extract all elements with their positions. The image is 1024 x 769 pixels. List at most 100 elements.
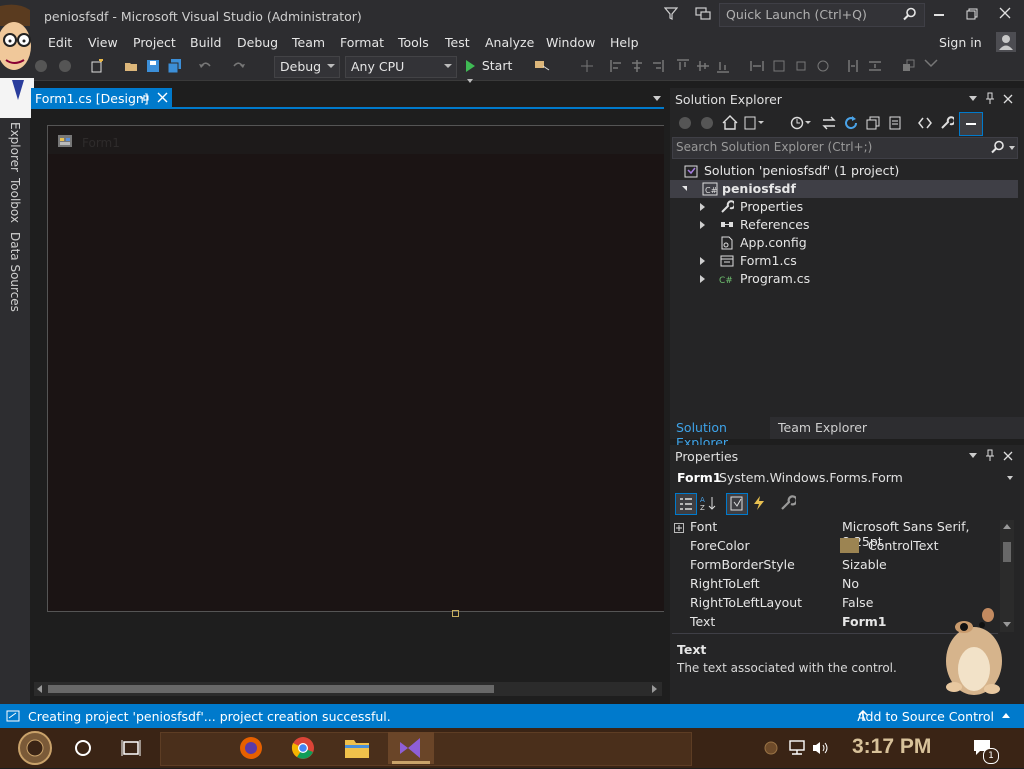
search-icon[interactable] [991,140,1005,157]
step-icon[interactable] [580,59,594,73]
properties-wrench-icon[interactable] [940,116,956,133]
chevron-down-icon[interactable] [467,78,473,83]
platform-dropdown[interactable]: Any CPU [345,56,457,78]
menu-format[interactable]: Format [340,35,384,50]
tree-item-project[interactable]: C# peniosfsdf [670,180,1018,198]
menu-project[interactable]: Project [133,35,176,50]
refresh-icon[interactable] [844,116,858,133]
scroll-right-icon[interactable] [652,685,657,693]
make-same-size-icon[interactable] [794,59,808,73]
chrome-icon[interactable] [291,736,315,763]
property-value[interactable]: False [842,595,873,610]
show-all-files-icon[interactable] [888,116,902,133]
properties-object-selector[interactable]: Form1 System.Windows.Forms.Form [670,467,1024,487]
solution-explorer-search-input[interactable]: Search Solution Explorer (Ctrl+;) [672,137,1018,159]
forward-icon[interactable] [58,59,72,73]
tab-order-icon[interactable] [924,59,938,73]
tree-item-program-cs[interactable]: C# Program.cs [700,270,1020,288]
pin-icon[interactable] [139,92,149,107]
collapsed-arrow-icon[interactable] [700,275,705,283]
filter-icon[interactable] [663,6,679,23]
pin-icon[interactable] [985,449,995,464]
pin-icon[interactable] [985,92,995,107]
tree-item-properties[interactable]: Properties [700,198,1020,216]
tree-item-references[interactable]: References [700,216,1020,234]
undo-icon[interactable] [198,59,212,73]
open-folder-icon[interactable] [124,59,138,73]
properties-vertical-scrollbar[interactable] [1000,520,1014,632]
tab-toolbox[interactable]: Toolbox [8,178,22,223]
close-window-button[interactable] [999,7,1011,22]
align-center-icon[interactable] [630,59,644,73]
scroll-down-icon[interactable] [1003,622,1011,627]
firefox-icon[interactable] [239,736,263,763]
property-row-formborderstyle[interactable]: FormBorderStyle Sizable [670,555,1000,574]
account-icon[interactable] [996,32,1016,52]
tab-solution-explorer[interactable]: Solution Explorer [670,417,770,450]
expand-plus-icon[interactable] [674,521,684,536]
tree-item-solution[interactable]: Solution 'peniosfsdf' (1 project) [680,162,1020,180]
menu-build[interactable]: Build [190,35,221,50]
configuration-dropdown[interactable]: Debug [274,56,340,78]
center-horizontally-icon[interactable] [868,59,882,73]
form1-window[interactable]: Form1 [47,125,664,612]
back-icon[interactable] [678,116,692,133]
collapsed-arrow-icon[interactable] [700,257,705,265]
property-row-font[interactable]: Font Microsoft Sans Serif, 8.25pt [670,517,1000,549]
sign-in-link[interactable]: Sign in [939,35,982,50]
visual-studio-taskbar-item[interactable] [388,732,434,764]
menu-tools[interactable]: Tools [398,35,429,50]
switch-views-icon[interactable] [744,116,764,133]
chevron-up-icon[interactable] [1002,713,1010,718]
minimize-button[interactable] [934,14,944,16]
quick-launch-input[interactable]: Quick Launch (Ctrl+Q) [719,3,925,27]
view-code-icon[interactable] [918,116,932,133]
tree-item-app-config[interactable]: App.config [700,234,1020,252]
cortana-search-icon[interactable] [74,739,92,760]
scrollbar-thumb[interactable] [48,685,494,693]
volume-icon[interactable] [812,740,830,759]
collapsed-arrow-icon[interactable] [700,203,705,211]
redo-icon[interactable] [232,59,246,73]
back-icon[interactable] [34,59,48,73]
task-view-icon[interactable] [121,739,141,760]
scrollbar-thumb[interactable] [1003,542,1011,562]
add-to-source-control-button[interactable]: Add to Source Control [857,709,994,724]
menu-edit[interactable]: Edit [48,35,72,50]
preview-selected-items-icon[interactable] [959,112,983,136]
tree-item-form1-cs[interactable]: Form1.cs [700,252,1020,270]
home-icon[interactable] [722,115,738,133]
tab-data-sources[interactable]: Data Sources [8,232,22,312]
menu-analyze[interactable]: Analyze [485,35,534,50]
align-top-icon[interactable] [676,59,690,73]
align-right-icon[interactable] [650,59,664,73]
horizontal-spacing-icon[interactable] [816,59,830,73]
scroll-left-icon[interactable] [37,685,42,693]
close-panel-icon[interactable] [1003,450,1013,464]
pending-changes-filter-icon[interactable] [790,116,812,133]
vertical-spacing-icon[interactable] [846,59,860,73]
menu-debug[interactable]: Debug [237,35,278,50]
sync-active-document-icon[interactable] [822,116,836,133]
new-project-icon[interactable] [90,58,104,73]
scroll-up-icon[interactable] [1003,524,1011,529]
browser-link-icon[interactable] [534,59,550,73]
menu-team[interactable]: Team [292,35,325,50]
align-left-icon[interactable] [610,59,624,73]
feedback-icon[interactable] [695,6,711,23]
output-icon[interactable] [6,710,20,725]
size-to-grid-icon[interactable] [772,59,786,73]
panel-menu-icon[interactable] [969,453,977,458]
events-lightning-icon[interactable] [752,495,766,514]
save-all-icon[interactable] [167,59,182,74]
properties-view-icon[interactable] [726,493,748,515]
start-menu-button[interactable] [12,730,58,769]
restore-button[interactable] [966,8,978,23]
taskbar-clock[interactable]: 3:17 PM [852,735,931,759]
tab-list-dropdown-icon[interactable] [653,96,661,101]
chevron-down-icon[interactable] [1009,146,1015,150]
property-pages-icon[interactable] [780,495,798,514]
align-middle-icon[interactable] [696,59,710,73]
property-value[interactable]: No [842,576,859,591]
chevron-down-icon[interactable] [1007,476,1013,480]
